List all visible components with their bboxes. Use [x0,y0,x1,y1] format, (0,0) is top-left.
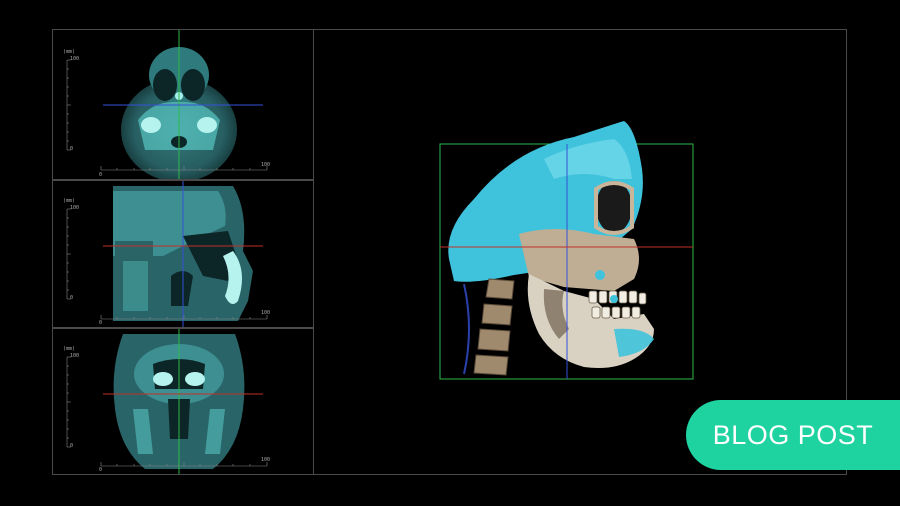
coronal-vscale-top: 100 [70,353,80,359]
coronal-hscale-start: 0 [99,467,103,473]
coronal-vscale-bottom: 0 [70,443,74,449]
axial-vscale-top: 100 [70,56,80,62]
axial-hscale-end: 100 [261,162,271,168]
coronal-ct-slice [66,329,268,474]
axial-unit-label: (mm) [63,49,76,55]
axial-hscale-start: 0 [99,172,103,178]
blog-post-badge[interactable]: BLOG POST [686,400,900,470]
coronal-unit-label: (mm) [63,346,76,352]
axial-view-pane[interactable]: (mm) 100 0 0 100 [52,29,314,180]
coronal-view-pane[interactable]: (mm) 100 0 0 100 [52,328,314,475]
sagittal-vscale-top: 100 [70,205,80,211]
sagittal-vscale-bottom: 0 [70,295,74,301]
axial-ct-slice [66,30,268,179]
sagittal-view-pane[interactable]: (mm) 100 0 0 100 [52,180,314,328]
sagittal-ct-slice [66,181,268,327]
sagittal-hscale-end: 100 [261,310,271,316]
sagittal-unit-label: (mm) [63,198,76,204]
axial-vscale-bottom: 0 [70,146,74,152]
sagittal-hscale-start: 0 [99,320,103,326]
coronal-hscale-end: 100 [261,457,271,463]
